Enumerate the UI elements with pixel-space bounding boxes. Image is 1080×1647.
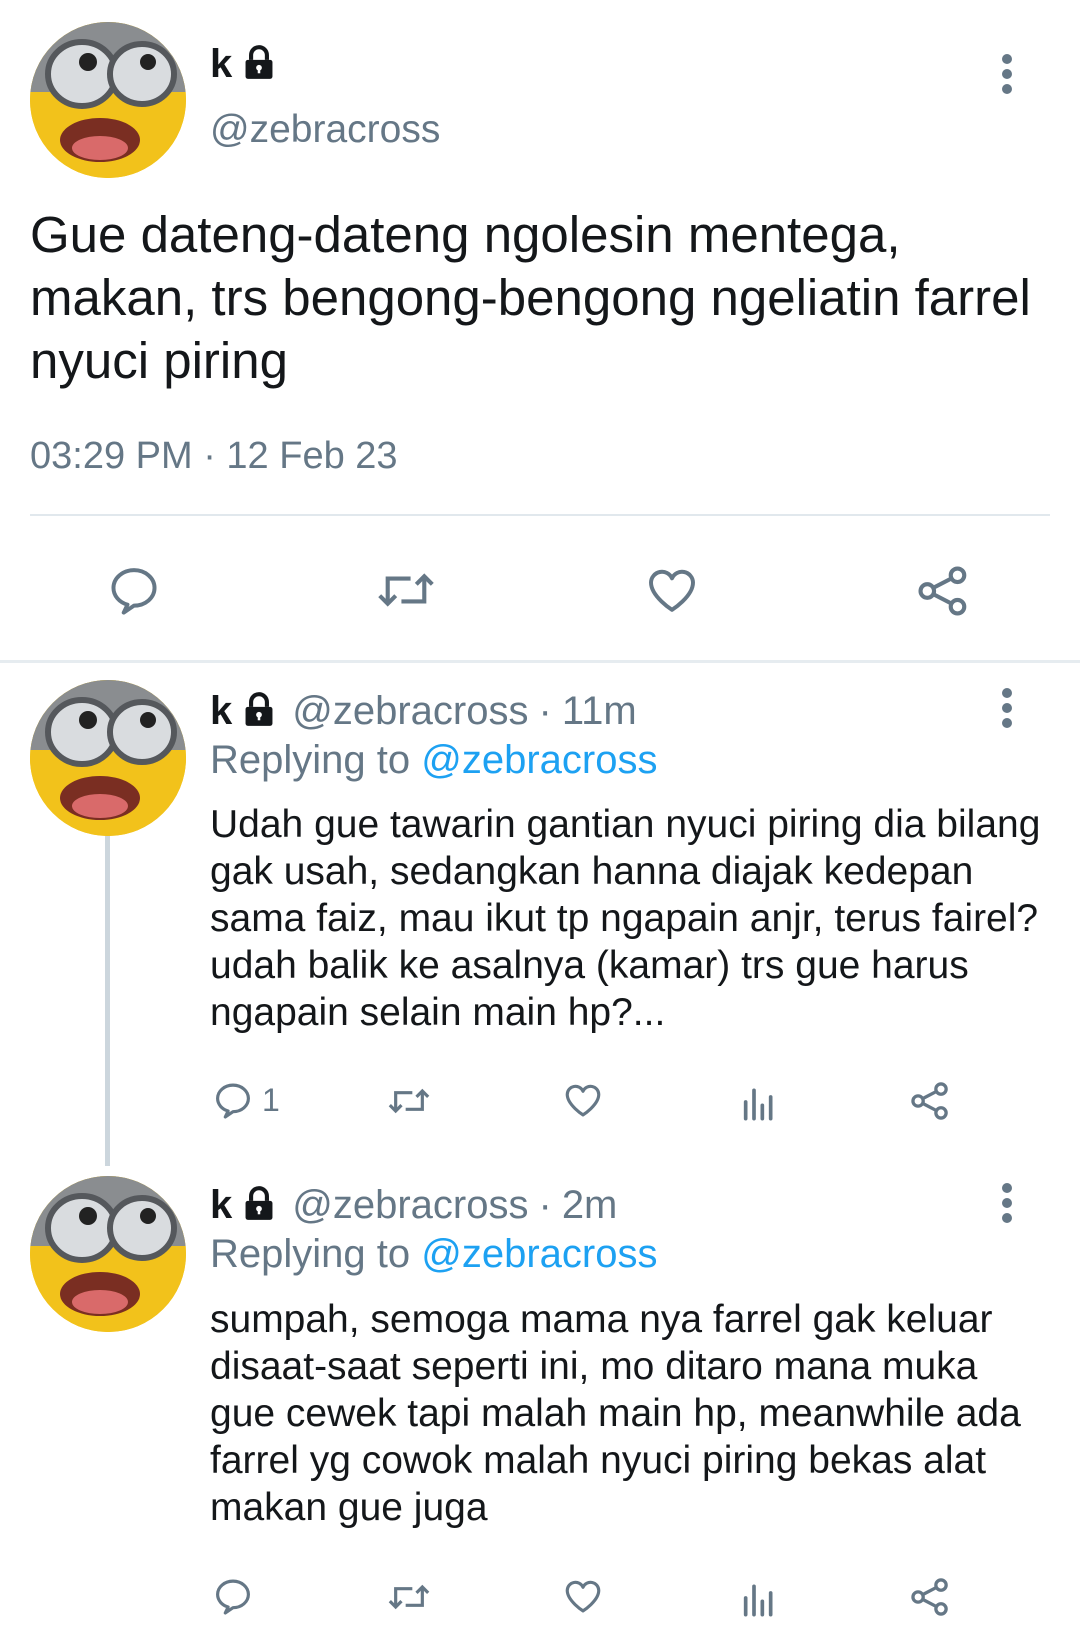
- reply-icon[interactable]: [106, 562, 162, 618]
- user-handle[interactable]: @zebracross: [292, 689, 528, 734]
- share-icon[interactable]: [908, 1079, 952, 1123]
- share-icon[interactable]: [908, 1575, 952, 1619]
- retweet-icon[interactable]: [384, 1081, 434, 1121]
- replying-to: Replying to @zebracross: [210, 1232, 657, 1277]
- reply-icon: [212, 1079, 254, 1121]
- display-name[interactable]: k: [210, 42, 278, 87]
- avatar[interactable]: [30, 22, 186, 178]
- tweet-text: Gue dateng-dateng ngolesin mentega, maka…: [30, 206, 1031, 389]
- analytics-icon[interactable]: [739, 1082, 779, 1122]
- retweet-icon[interactable]: [374, 562, 438, 618]
- reply-header: k @zebracross · 11m: [210, 689, 637, 734]
- lock-icon: [240, 1185, 278, 1223]
- like-icon[interactable]: [643, 562, 701, 618]
- avatar-image: [30, 1176, 186, 1332]
- thread-line: [105, 836, 110, 1166]
- display-name[interactable]: k: [210, 1183, 232, 1228]
- reply-count: 1: [262, 1081, 280, 1118]
- replying-to-link[interactable]: @zebracross: [421, 738, 657, 782]
- reply-time[interactable]: 11m: [562, 689, 637, 734]
- divider: [30, 514, 1050, 516]
- reply-text: Udah gue tawarin gantian nyuci piring di…: [210, 803, 1041, 1034]
- reply-button[interactable]: 1: [212, 1079, 280, 1121]
- replying-to: Replying to @zebracross: [210, 738, 657, 783]
- reply-time[interactable]: 2m: [562, 1183, 618, 1228]
- retweet-icon[interactable]: [384, 1577, 434, 1617]
- separator: ·: [538, 1183, 552, 1227]
- replying-to-label: Replying to: [210, 1232, 411, 1276]
- share-icon[interactable]: [914, 562, 972, 620]
- reply-text: sumpah, semoga mama nya farrel gak kelua…: [210, 1298, 1021, 1529]
- avatar[interactable]: [30, 680, 186, 836]
- avatar-image: [30, 22, 186, 178]
- analytics-icon[interactable]: [739, 1578, 779, 1618]
- lock-icon: [240, 44, 278, 82]
- avatar-image: [30, 680, 186, 836]
- separator: ·: [538, 689, 552, 733]
- replying-to-link[interactable]: @zebracross: [421, 1232, 657, 1276]
- display-name-text: k: [210, 42, 233, 86]
- like-icon[interactable]: [561, 1575, 605, 1617]
- replying-to-label: Replying to: [210, 738, 411, 782]
- more-options-icon[interactable]: [1000, 52, 1014, 101]
- reply-icon: [212, 1575, 254, 1617]
- reply-header: k @zebracross · 2m: [210, 1183, 617, 1228]
- more-options-icon[interactable]: [1000, 686, 1014, 735]
- avatar[interactable]: [30, 1176, 186, 1332]
- tweet-timestamp: 03:29 PM · 12 Feb 23: [30, 435, 398, 477]
- more-options-icon[interactable]: [1000, 1181, 1014, 1230]
- like-icon[interactable]: [561, 1079, 605, 1121]
- user-handle[interactable]: @zebracross: [292, 1183, 528, 1228]
- user-handle[interactable]: @zebracross: [210, 108, 440, 152]
- section-divider: [0, 660, 1080, 663]
- reply-button[interactable]: [212, 1575, 262, 1617]
- display-name[interactable]: k: [210, 689, 232, 734]
- lock-icon: [240, 691, 278, 729]
